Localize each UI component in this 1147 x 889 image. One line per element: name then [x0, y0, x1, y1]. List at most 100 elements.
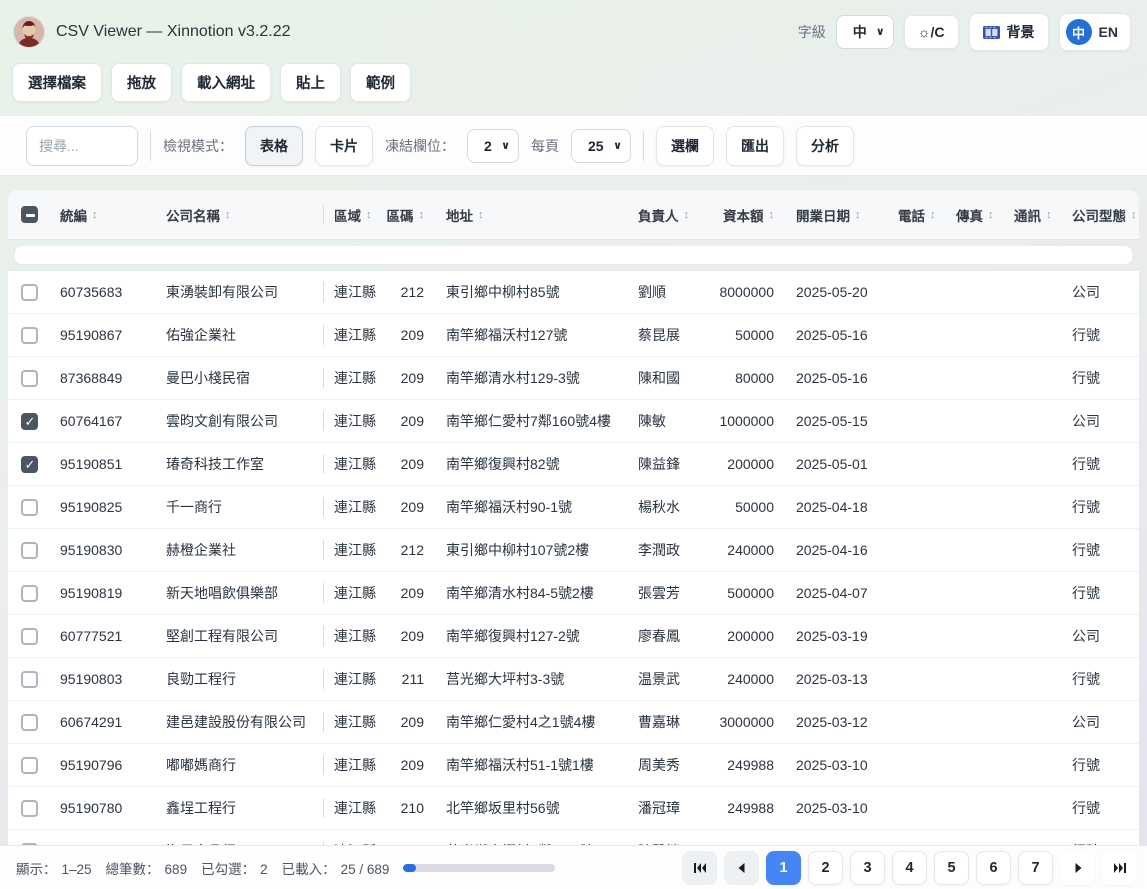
row-checkbox[interactable] — [21, 370, 38, 387]
cell-資本額: 80000 — [702, 370, 786, 386]
cell-區域: 連江縣 — [324, 798, 386, 818]
cell-地址: 南竿鄉清水村129-3號 — [436, 368, 628, 388]
cell-開業日期: 2025-03-13 — [786, 671, 888, 687]
sort-icon: ↕ — [930, 209, 936, 221]
cell-統編: 95190819 — [50, 585, 156, 601]
cell-資本額: 1000000 — [702, 413, 786, 429]
cell-開業日期: 2025-05-20 — [786, 284, 888, 300]
file-action-button-3[interactable]: 貼上 — [280, 63, 341, 102]
row-checkbox[interactable] — [21, 542, 38, 559]
file-action-button-2[interactable]: 載入網址 — [181, 63, 271, 102]
theme-toggle-button[interactable]: ☼/C — [904, 15, 959, 49]
column-header-1[interactable]: 公司名稱↕ — [156, 205, 324, 225]
cell-區碼: 212 — [386, 284, 436, 300]
column-header-10[interactable]: 通訊↕ — [1004, 205, 1062, 225]
row-checkbox[interactable] — [21, 800, 38, 817]
row-checkbox[interactable] — [21, 843, 38, 846]
column-header-6[interactable]: 資本額↕ — [702, 205, 786, 225]
file-actions-row: 選擇檔案拖放載入網址貼上範例 — [0, 61, 1147, 116]
row-checkbox-cell — [8, 800, 50, 817]
row-checkbox[interactable] — [21, 499, 38, 516]
cell-公司名稱: 雲昀文創有限公司 — [156, 411, 324, 431]
page-button-3[interactable]: 3 — [850, 851, 885, 885]
cell-負責人: 李潤政 — [628, 540, 702, 560]
column-header-9[interactable]: 傳真↕ — [946, 205, 1004, 225]
row-checkbox-cell — [8, 413, 50, 430]
cell-區碼: 209 — [386, 370, 436, 386]
column-header-7[interactable]: 開業日期↕ — [786, 205, 888, 225]
cell-地址: 南竿鄉清水村84-5號2樓 — [436, 583, 628, 603]
first-page-button[interactable] — [682, 851, 717, 885]
select-all-checkbox[interactable] — [21, 206, 38, 223]
status-segment-2: 已勾選：2 — [201, 858, 268, 878]
analyze-button[interactable]: 分析 — [796, 126, 854, 166]
cell-公司型態: 行號 — [1062, 368, 1139, 388]
sun-moon-icon: ☼/C — [918, 24, 945, 40]
cell-地址: 南竿鄉復興村127-2號 — [436, 626, 628, 646]
cell-負責人: 楊秋水 — [628, 497, 702, 517]
view-table-button[interactable]: 表格 — [245, 126, 303, 166]
column-header-0[interactable]: 統編↕ — [50, 205, 156, 225]
sort-icon: ↕ — [855, 209, 861, 221]
view-card-button[interactable]: 卡片 — [315, 126, 373, 166]
row-checkbox[interactable] — [21, 628, 38, 645]
row-checkbox[interactable] — [21, 714, 38, 731]
cell-負責人: 潘冠璋 — [628, 798, 702, 818]
cell-公司型態: 行號 — [1062, 497, 1139, 517]
page-button-6[interactable]: 6 — [976, 851, 1011, 885]
choose-columns-button[interactable]: 選欄 — [656, 126, 714, 166]
cell-區碼: 209 — [386, 757, 436, 773]
column-header-4[interactable]: 地址↕ — [436, 205, 628, 225]
cell-區域: 連江縣 — [324, 454, 386, 474]
row-checkbox[interactable] — [21, 413, 38, 430]
page-button-7[interactable]: 7 — [1018, 851, 1053, 885]
cell-地址: 南竿鄉福沃村127號 — [436, 325, 628, 345]
cell-公司名稱: 東湧裝卸有限公司 — [156, 282, 324, 302]
file-action-button-0[interactable]: 選擇檔案 — [12, 63, 102, 102]
table-row: 95190851瑃奇科技工作室連江縣209南竿鄉復興村82號陳益鋒2000002… — [8, 443, 1139, 486]
csv-viewer-app: CSV Viewer — Xinnotion v3.2.22 字級 中 ∨ ☼/… — [0, 0, 1147, 889]
column-header-11[interactable]: 公司型態↕ — [1062, 205, 1139, 225]
freeze-columns-select[interactable]: 2 ∨ — [467, 129, 519, 163]
font-size-select[interactable]: 中 ∨ — [836, 15, 894, 49]
cell-公司型態: 行號 — [1062, 540, 1139, 560]
toolbar-divider — [150, 131, 151, 161]
row-checkbox[interactable] — [21, 284, 38, 301]
page-button-4[interactable]: 4 — [892, 851, 927, 885]
cell-開業日期: 2025-05-01 — [786, 456, 888, 472]
page-button-5[interactable]: 5 — [934, 851, 969, 885]
column-header-8[interactable]: 電話↕ — [888, 205, 946, 225]
row-checkbox[interactable] — [21, 585, 38, 602]
first-page-icon — [692, 860, 708, 876]
last-page-button[interactable] — [1102, 851, 1137, 885]
language-toggle-button[interactable]: 中 EN — [1059, 13, 1131, 51]
previous-page-button[interactable] — [724, 851, 759, 885]
page-button-2[interactable]: 2 — [808, 851, 843, 885]
table-row: 95190867佑強企業社連江縣209南竿鄉福沃村127號蔡昆展50000202… — [8, 314, 1139, 357]
page-button-1[interactable]: 1 — [766, 851, 801, 885]
column-header-2[interactable]: 區域↕ — [324, 205, 386, 225]
column-header-3[interactable]: 區碼↕ — [386, 205, 436, 225]
export-button[interactable]: 匯出 — [726, 126, 784, 166]
row-checkbox[interactable] — [21, 671, 38, 688]
row-checkbox[interactable] — [21, 456, 38, 473]
per-page-select[interactable]: 25 ∨ — [571, 129, 631, 163]
horizontal-scrollbar[interactable] — [14, 245, 1133, 265]
app-title: CSV Viewer — Xinnotion v3.2.22 — [56, 23, 291, 41]
next-page-button[interactable] — [1060, 851, 1095, 885]
file-action-button-4[interactable]: 範例 — [350, 63, 411, 102]
file-action-button-1[interactable]: 拖放 — [111, 63, 172, 102]
header-checkbox-cell — [8, 206, 50, 223]
sort-icon: ↕ — [988, 209, 994, 221]
cell-區域: 連江縣 — [324, 669, 386, 689]
row-checkbox[interactable] — [21, 327, 38, 344]
background-button[interactable]: 背景 — [969, 13, 1049, 51]
column-header-5[interactable]: 負責人↕ — [628, 205, 702, 225]
row-checkbox[interactable] — [21, 757, 38, 774]
status-segment-0: 顯示：1–25 — [16, 858, 92, 878]
cell-地址: 南竿鄉仁愛村4之1號4樓 — [436, 712, 628, 732]
table-row: 60674291建邑建設股份有限公司連江縣209南竿鄉仁愛村4之1號4樓曹嘉琳3… — [8, 701, 1139, 744]
cell-統編: 60777521 — [50, 628, 156, 644]
search-input[interactable] — [26, 126, 138, 166]
cell-負責人: 蔡昆展 — [628, 325, 702, 345]
